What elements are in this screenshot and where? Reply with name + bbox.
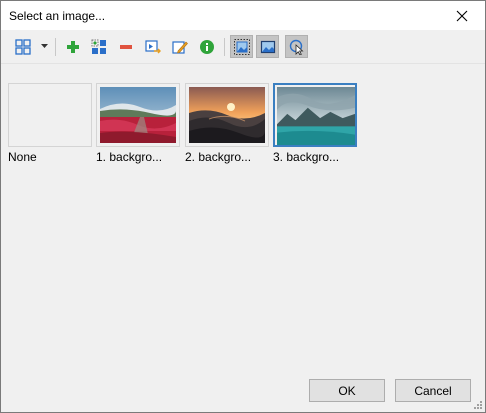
view-dropdown-button[interactable] <box>40 40 48 52</box>
flowers-thumbnail <box>100 87 176 143</box>
image-label: 2. backgro... <box>185 150 252 164</box>
resize-grip-icon[interactable] <box>473 400 483 410</box>
chevron-down-icon <box>40 44 48 48</box>
add-multiple-icon <box>91 39 106 54</box>
grid-view-icon <box>14 38 31 55</box>
add-multiple-button[interactable] <box>87 35 110 58</box>
image-tile-3[interactable]: 3. backgro... <box>273 83 359 173</box>
image-gallery: None 1. backgro... 2. backgro... 3. back… <box>1 65 485 373</box>
image-label: 3. backgro... <box>273 150 340 164</box>
image-label: None <box>8 150 37 164</box>
image-icon <box>260 40 275 53</box>
image-view-button[interactable] <box>256 35 279 58</box>
export-image-icon <box>144 39 161 54</box>
select-image-dialog: Select an image... None 1. backgro... 2.… <box>0 0 486 413</box>
info-icon <box>199 39 214 54</box>
toolbar-separator <box>224 38 225 56</box>
lake-thumbnail <box>277 87 355 145</box>
cancel-button[interactable]: Cancel <box>395 379 471 402</box>
title-bar: Select an image... <box>1 1 485 30</box>
edit-button[interactable] <box>168 35 191 58</box>
image-select-icon <box>233 38 250 55</box>
image-tile-none[interactable]: None <box>8 83 94 173</box>
remove-button[interactable] <box>114 35 137 58</box>
thumbnail-frame <box>96 83 180 147</box>
close-button[interactable] <box>439 1 485 30</box>
thumbnail-frame <box>8 83 92 147</box>
image-tile-1[interactable]: 1. backgro... <box>96 83 182 173</box>
pointer-button[interactable] <box>285 35 308 58</box>
edit-image-icon <box>171 40 188 54</box>
view-mode-button[interactable] <box>11 35 34 58</box>
close-icon <box>456 10 468 21</box>
fit-image-button[interactable] <box>230 35 253 58</box>
ok-button[interactable]: OK <box>309 379 385 402</box>
plus-icon <box>66 40 79 53</box>
toolbar <box>1 30 485 64</box>
image-tile-2[interactable]: 2. backgro... <box>185 83 271 173</box>
info-button[interactable] <box>195 35 218 58</box>
toolbar-separator <box>55 38 56 56</box>
thumbnail-frame <box>273 83 357 147</box>
add-button[interactable] <box>61 35 84 58</box>
export-button[interactable] <box>141 35 164 58</box>
minus-icon <box>119 44 132 49</box>
sunset-thumbnail <box>189 87 265 143</box>
cursor-icon <box>289 39 304 55</box>
dialog-title: Select an image... <box>9 8 106 23</box>
empty-thumbnail <box>12 87 88 143</box>
thumbnail-frame <box>185 83 269 147</box>
image-label: 1. backgro... <box>96 150 163 164</box>
